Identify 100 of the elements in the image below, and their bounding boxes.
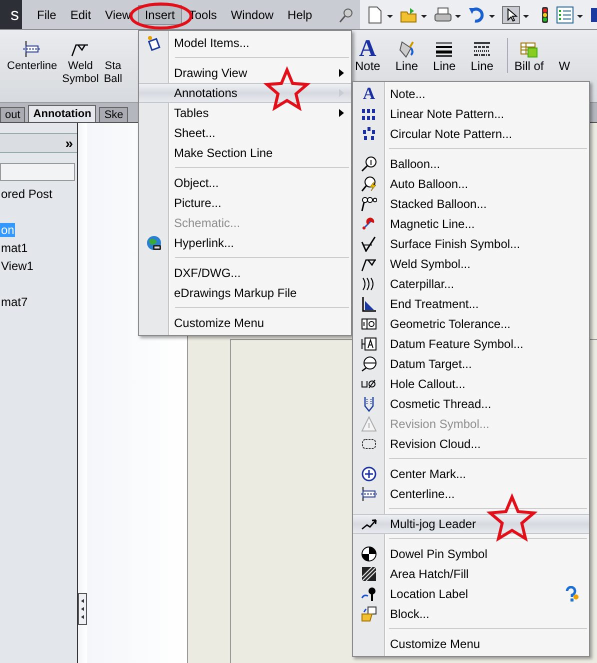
submenu-arrow-icon <box>339 109 344 117</box>
checklist-icon[interactable] <box>556 6 574 24</box>
folder-block-icon <box>361 606 377 622</box>
menu-item[interactable]: Weld Symbol... <box>353 254 589 274</box>
toolbar-button[interactable]: Line <box>432 38 457 73</box>
triangle-icon <box>361 416 377 432</box>
menu-item[interactable]: Model Items... <box>139 33 351 53</box>
menu-item[interactable]: End Treatment... <box>353 294 589 314</box>
toolbar-button[interactable]: Centerline <box>6 38 58 73</box>
tab[interactable]: Ske <box>99 107 128 122</box>
menu-item[interactable]: Object... <box>139 173 351 193</box>
menu-item[interactable]: Location Label <box>353 584 589 604</box>
menu-item[interactable]: Datum Feature Symbol... <box>353 334 589 354</box>
menu-item[interactable]: Linear Note Pattern... <box>353 104 589 124</box>
note-icon: A <box>362 86 376 102</box>
hatch-icon <box>361 566 377 582</box>
stacked-balloon-icon <box>361 196 377 212</box>
centerline-icon <box>23 40 42 58</box>
new-document-icon[interactable] <box>366 6 384 24</box>
collapse-handle[interactable] <box>78 593 87 625</box>
menu-item[interactable]: Multi-jog Leader <box>353 514 589 534</box>
menu-item[interactable]: Datum Target... <box>353 354 589 374</box>
menu-item[interactable]: File <box>30 4 64 24</box>
menu-item[interactable]: Circular Note Pattern... <box>353 124 589 144</box>
menu-item[interactable]: Centerline... <box>353 484 589 504</box>
tree-item[interactable]: ored Post <box>0 187 54 201</box>
menu-item[interactable]: Caterpillar... <box>353 274 589 294</box>
menu-item[interactable]: Revision Cloud... <box>353 434 589 454</box>
centerline-icon <box>361 486 377 502</box>
menu-item[interactable]: DXF/DWG... <box>139 263 351 283</box>
expand-button[interactable]: » <box>65 135 73 151</box>
star-mark <box>486 493 538 542</box>
cloud-outline-icon <box>361 436 377 452</box>
toolbar-button[interactable]: Line <box>470 38 494 73</box>
menu-item[interactable]: Block... <box>353 604 589 624</box>
toolbar-button[interactable]: Weld Symbol <box>61 38 100 86</box>
tab[interactable]: Annotation <box>28 105 96 122</box>
menu-item[interactable]: Tables <box>139 103 351 123</box>
menu-item[interactable]: Balloon... <box>353 154 589 174</box>
tab[interactable]: out <box>0 107 26 122</box>
menu-item[interactable]: Window <box>224 4 281 24</box>
pattern-icon <box>361 106 377 122</box>
datum-feature-icon <box>361 336 377 352</box>
toolbar-button[interactable]: W <box>558 38 572 73</box>
toolbar-button[interactable]: Bill of <box>507 38 545 73</box>
datum-target-icon <box>361 356 377 372</box>
menu-item[interactable]: Help <box>280 4 320 24</box>
star-mark <box>263 66 311 112</box>
menu-item[interactable]: Annotations <box>139 83 351 103</box>
menu-item[interactable]: Surface Finish Symbol... <box>353 234 589 254</box>
app-logo[interactable]: s <box>0 0 22 29</box>
surface-finish-icon <box>361 236 377 252</box>
menu-item[interactable]: Sheet... <box>139 123 351 143</box>
toolbar-button[interactable]: Sta Ball <box>102 38 124 86</box>
menu-item[interactable]: Center Mark... <box>353 464 589 484</box>
submenu-arrow-icon <box>339 89 344 97</box>
tolerance-frame-icon <box>361 316 377 332</box>
tree-item[interactable]: View1 <box>0 259 34 273</box>
menu-item[interactable]: Drawing View <box>139 63 351 83</box>
menu-item[interactable]: Make Section Line <box>139 143 351 163</box>
menu-item[interactable]: Stacked Balloon... <box>353 194 589 214</box>
menu-item[interactable]: Magnetic Line... <box>353 214 589 234</box>
menu-item[interactable]: Customize Menu <box>139 313 351 333</box>
toolbar-button[interactable]: A Note <box>354 38 382 73</box>
line-thickness-icon <box>435 40 454 58</box>
pattern-icon <box>361 126 377 142</box>
note-icon: A <box>359 38 376 60</box>
filter-field[interactable] <box>0 163 75 181</box>
tree-item[interactable]: mat1 <box>0 241 29 255</box>
menu-item[interactable]: Edit <box>63 4 98 24</box>
tree-item[interactable]: mat7 <box>0 295 29 309</box>
menu-item[interactable]: A Note... <box>353 84 589 104</box>
toolbar-icon[interactable] <box>591 6 597 24</box>
submenu-arrow-icon <box>339 69 344 77</box>
menu-item[interactable]: Area Hatch/Fill <box>353 564 589 584</box>
location-pin-icon <box>361 586 377 602</box>
paint-bucket-icon <box>398 40 416 58</box>
center-mark-icon <box>361 466 377 482</box>
menu-item[interactable]: Hyperlink... <box>139 233 351 253</box>
undo-icon[interactable] <box>468 6 486 24</box>
printer-icon[interactable] <box>434 6 452 24</box>
end-treatment-icon <box>361 296 377 312</box>
menu-item[interactable]: Hole Callout... <box>353 374 589 394</box>
balloon-icon <box>361 176 377 192</box>
folder-icon[interactable] <box>400 6 418 24</box>
menu-item[interactable]: Customize Menu <box>353 634 589 654</box>
table-icon <box>520 40 538 58</box>
menu-item[interactable]: Dowel Pin Symbol <box>353 544 589 564</box>
globe-icon <box>146 235 162 251</box>
magnet-icon <box>361 216 377 232</box>
dowel-pin-icon <box>361 546 377 562</box>
menu-item[interactable]: Auto Balloon... <box>353 174 589 194</box>
toolbar-button[interactable]: Line <box>394 38 420 73</box>
balloon-icon <box>361 156 377 172</box>
line-style-icon <box>473 40 492 58</box>
menu-item[interactable]: Picture... <box>139 193 351 213</box>
menu-item[interactable]: Cosmetic Thread... <box>353 394 589 414</box>
menu-item[interactable]: Geometric Tolerance... <box>353 314 589 334</box>
menu-item[interactable]: View <box>98 4 138 24</box>
menu-item[interactable]: eDrawings Markup File <box>139 283 351 303</box>
